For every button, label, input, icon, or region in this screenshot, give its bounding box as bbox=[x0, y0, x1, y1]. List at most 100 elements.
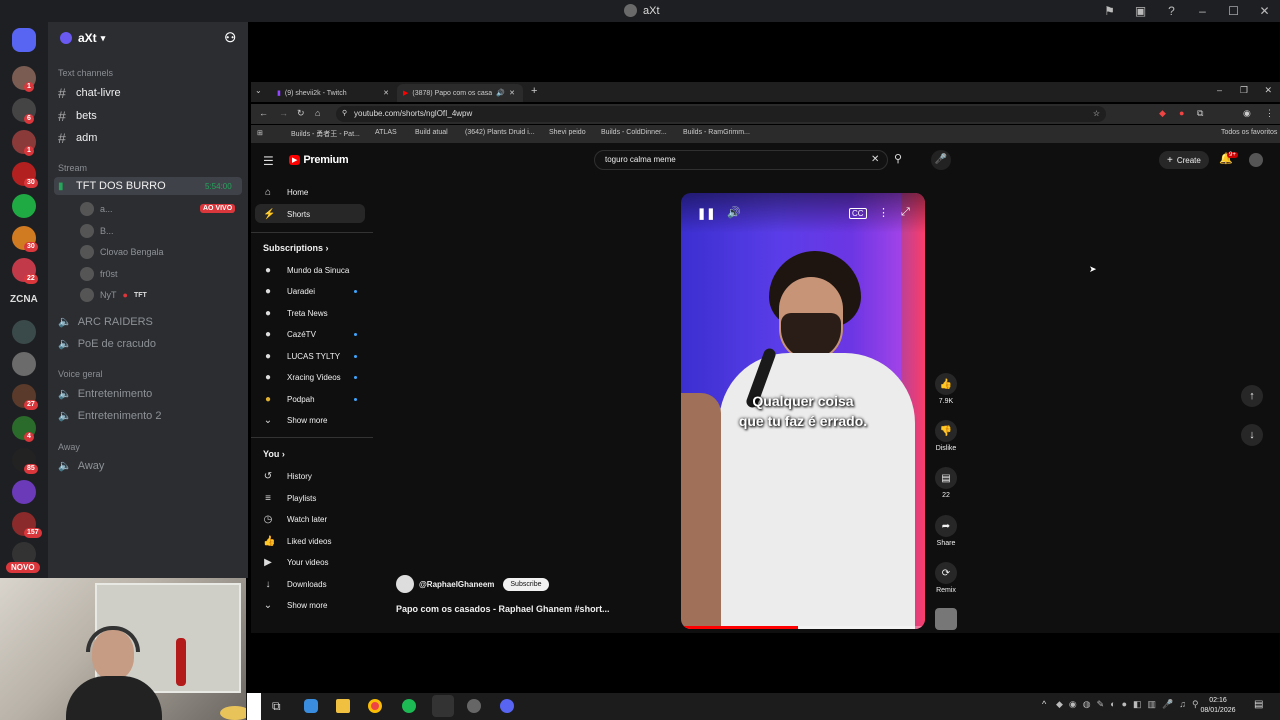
channel-avatar[interactable] bbox=[396, 575, 414, 593]
chrome-icon[interactable] bbox=[368, 699, 382, 713]
youtube-logo[interactable]: ▶ Premium bbox=[289, 154, 349, 166]
voice-search-icon[interactable]: 🎤 bbox=[931, 150, 951, 170]
extension-icon[interactable]: ● bbox=[1179, 108, 1184, 118]
dislike-action[interactable]: 👎 Dislike bbox=[935, 420, 957, 452]
puzzle-icon[interactable]: ⧉ bbox=[1197, 108, 1203, 119]
home-icon[interactable]: ⌂ bbox=[315, 108, 320, 118]
clock[interactable]: 02:16 08/01/2026 bbox=[1196, 696, 1240, 716]
minimize-browser-button[interactable]: – bbox=[1217, 85, 1222, 95]
bookmark[interactable]: Builds - 勇者王 - Pat... bbox=[291, 129, 360, 139]
channel-chat-livre[interactable]: # chat-livre bbox=[58, 85, 121, 101]
category-voice-geral[interactable]: Voice geral bbox=[58, 369, 103, 379]
channel-bets[interactable]: # bets bbox=[58, 108, 97, 124]
more-options-icon[interactable]: ⋮ bbox=[878, 206, 889, 219]
pause-icon[interactable]: ❚❚ bbox=[697, 207, 715, 220]
category-text-channels[interactable]: Text channels bbox=[58, 68, 113, 78]
category-stream[interactable]: Stream bbox=[58, 163, 87, 173]
inbox-icon[interactable]: ⚑ bbox=[1094, 4, 1125, 18]
show-more-you[interactable]: ⌄ Show more bbox=[263, 600, 328, 611]
server-label-zcna[interactable]: ZCNA bbox=[10, 294, 38, 305]
voice-channel-entretenimento-2[interactable]: 🔈 Entretenimento 2 bbox=[58, 409, 161, 423]
nav-your-videos[interactable]: ▶ Your videos bbox=[263, 557, 328, 568]
menu-icon[interactable]: ⋮ bbox=[1265, 108, 1274, 119]
clear-search-icon[interactable]: ✕ bbox=[871, 154, 879, 165]
server-icon[interactable] bbox=[12, 320, 36, 344]
hamburger-icon[interactable]: ☰ bbox=[263, 154, 274, 168]
subscribe-button[interactable]: Subscribe bbox=[503, 577, 549, 591]
sub-item[interactable]: ● Treta News bbox=[263, 308, 328, 319]
show-more-subs[interactable]: ⌄ Show more bbox=[263, 415, 328, 426]
reload-icon[interactable]: ↻ bbox=[297, 108, 305, 119]
share-action[interactable]: ➦ Share bbox=[935, 515, 957, 547]
profile-icon[interactable]: ◉ bbox=[1243, 108, 1251, 119]
app-icon[interactable] bbox=[467, 699, 481, 713]
bookmark[interactable]: Builds - RamGrimm... bbox=[683, 129, 750, 136]
restore-browser-button[interactable]: ❐ bbox=[1240, 85, 1248, 96]
captions-icon[interactable]: CC bbox=[849, 208, 867, 219]
tab-youtube[interactable]: ▶ (3878) Papo com os casado 🔊 ✕ bbox=[397, 84, 523, 102]
like-action[interactable]: 👍 7.9K bbox=[935, 373, 957, 405]
add-member-icon[interactable]: ⚇ bbox=[224, 30, 236, 46]
nav-home[interactable]: ⌂ Home bbox=[263, 187, 308, 198]
new-badge[interactable]: NOVO bbox=[6, 562, 40, 573]
all-bookmarks[interactable]: Todos os favoritos bbox=[1221, 129, 1277, 136]
nav-liked[interactable]: 👍 Liked videos bbox=[263, 536, 331, 547]
bookmark[interactable]: Shevi peido bbox=[549, 129, 586, 136]
next-short-button[interactable]: ↓ bbox=[1241, 424, 1263, 446]
shorts-player[interactable]: ❚❚ 🔊 CC ⋮ ⤢ Qualquer coisa que tu faz é … bbox=[681, 193, 925, 629]
tray-icons[interactable]: ◆◉◍✎◐●◧▥🎤♫⚲ bbox=[1056, 699, 1205, 710]
channel-adm[interactable]: # adm bbox=[58, 130, 97, 146]
previous-short-button[interactable]: ↑ bbox=[1241, 385, 1263, 407]
sub-item[interactable]: ● Mundo da Sinuca bbox=[263, 265, 349, 276]
tab-list-button[interactable]: ⌄ bbox=[255, 86, 262, 95]
voice-channel-entretenimento[interactable]: 🔈 Entretenimento bbox=[58, 387, 152, 401]
sub-item[interactable]: ● Uaradei bbox=[263, 286, 315, 297]
sound-thumbnail[interactable] bbox=[935, 608, 957, 630]
chrome-active-icon[interactable] bbox=[432, 695, 454, 717]
back-icon[interactable]: ← bbox=[259, 108, 268, 118]
voice-user[interactable]: Clovao Bengala bbox=[80, 245, 164, 259]
search-icon[interactable]: ⚲ bbox=[894, 152, 902, 165]
new-tab-button[interactable]: + bbox=[531, 85, 537, 97]
close-tab-icon[interactable]: ✕ bbox=[509, 89, 515, 97]
sub-item[interactable]: ● Podpah bbox=[263, 394, 315, 405]
forward-icon[interactable]: → bbox=[279, 108, 288, 118]
nav-downloads[interactable]: ↓ Downloads bbox=[263, 579, 327, 590]
discord-icon[interactable] bbox=[500, 699, 514, 713]
apps-icon[interactable]: ⊞ bbox=[257, 129, 263, 137]
discord-home-icon[interactable] bbox=[12, 28, 36, 52]
server-icon[interactable] bbox=[12, 352, 36, 376]
video-title[interactable]: Papo com os casados - Raphael Ghanem #sh… bbox=[396, 604, 610, 614]
nav-playlists[interactable]: ≡ Playlists bbox=[263, 493, 316, 504]
fullscreen-icon[interactable]: ⤢ bbox=[901, 206, 910, 219]
channel-handle[interactable]: @RaphaelGhaneem bbox=[419, 580, 494, 589]
progress-bar[interactable] bbox=[681, 626, 925, 629]
sub-item[interactable]: ● Xracing Videos bbox=[263, 372, 341, 383]
sub-item[interactable]: ● LUCAS TYLTY bbox=[263, 351, 340, 362]
tray-chevron-icon[interactable]: ^ bbox=[1042, 699, 1046, 709]
search-input[interactable]: toguro calma meme ✕ bbox=[594, 150, 888, 170]
category-away[interactable]: Away bbox=[58, 442, 80, 452]
bookmark[interactable]: Builds - ColdDinner... bbox=[601, 129, 667, 136]
bookmark-star-icon[interactable]: ☆ bbox=[1093, 109, 1100, 118]
server-header[interactable]: aXt ▾ ⚇ bbox=[48, 22, 248, 54]
bookmark[interactable]: (3642) Plants Druid i... bbox=[465, 129, 535, 136]
nav-history[interactable]: ↺ History bbox=[263, 471, 312, 482]
tab-twitch[interactable]: ▮ (9) shevii2k - Twitch ✕ bbox=[271, 84, 395, 102]
sub-item[interactable]: ● CazéTV bbox=[263, 329, 316, 340]
server-icon[interactable] bbox=[12, 480, 36, 504]
maximize-button[interactable]: ☐ bbox=[1218, 4, 1249, 18]
volume-icon[interactable]: 🔊 bbox=[727, 206, 741, 219]
subscriptions-header[interactable]: Subscriptions › bbox=[263, 243, 329, 253]
remix-action[interactable]: ⟳ Remix bbox=[935, 562, 957, 594]
task-view-icon[interactable]: ⧉ bbox=[272, 699, 281, 714]
start-icon[interactable] bbox=[247, 693, 261, 720]
nav-watch-later[interactable]: ◷ Watch later bbox=[263, 514, 328, 525]
voice-user[interactable]: a... bbox=[80, 202, 113, 216]
address-bar[interactable]: ⚲ youtube.com/shorts/nglOfI_4wpw ☆ bbox=[336, 106, 1106, 122]
spotify-icon[interactable] bbox=[402, 699, 416, 713]
bookmark[interactable]: ATLAS bbox=[375, 129, 397, 136]
bookmark[interactable]: Build atual bbox=[415, 129, 448, 136]
notification-center-icon[interactable]: ▤ bbox=[1254, 699, 1263, 710]
help-icon[interactable]: ? bbox=[1156, 4, 1187, 18]
